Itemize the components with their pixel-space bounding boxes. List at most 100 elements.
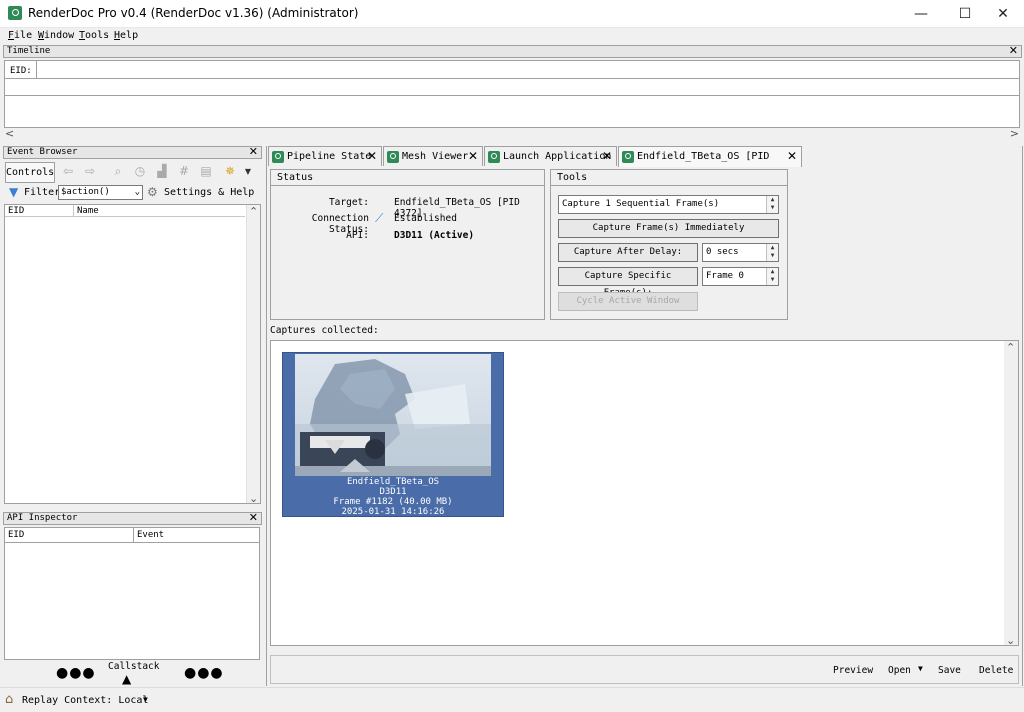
- column-eid[interactable]: EID: [8, 205, 24, 217]
- menu-tools[interactable]: Tools: [79, 30, 109, 41]
- delete-button[interactable]: Delete: [979, 665, 1013, 676]
- timeline-body[interactable]: EID:: [4, 60, 1020, 128]
- scroll-down-icon[interactable]: ⌄: [249, 492, 258, 505]
- callstack-label[interactable]: Callstack: [108, 661, 159, 672]
- back-arrow-icon[interactable]: ⇦: [59, 163, 77, 179]
- spinner-arrows-icon[interactable]: ▲ ▼: [766, 244, 778, 261]
- settings-help-button[interactable]: Settings & Help: [164, 187, 254, 198]
- spinner-arrows-icon[interactable]: ▲ ▼: [766, 268, 778, 285]
- api-value: D3D11 (Active): [394, 230, 475, 241]
- frame-spinner[interactable]: Frame 0 ▲ ▼: [702, 267, 779, 286]
- api-inspector-close-icon[interactable]: ✕: [249, 512, 258, 523]
- api-inspector-title: API Inspector: [7, 513, 78, 523]
- tab-mesh-viewer[interactable]: Mesh Viewer ✕: [383, 146, 483, 166]
- capture-after-delay-button[interactable]: Capture After Delay:: [558, 243, 698, 262]
- capture-thumbnail-item[interactable]: Endfield_TBeta_OS D3D11 Frame #1182 (40.…: [282, 352, 504, 517]
- divider: [5, 95, 1019, 96]
- title-bar: RenderDoc Pro v0.4 (RenderDoc v1.36) (Ad…: [0, 0, 1024, 28]
- expand-up-icon[interactable]: ▲: [122, 672, 131, 686]
- bookmark-icon[interactable]: ▟: [153, 163, 171, 179]
- api-inspector-header-row: EID Event: [5, 528, 259, 543]
- capture-caption: Endfield_TBeta_OS D3D11 Frame #1182 (40.…: [283, 477, 503, 517]
- divider: [133, 528, 134, 543]
- divider: [271, 185, 544, 186]
- timeline-title: Timeline: [7, 46, 51, 56]
- save-button[interactable]: Save: [938, 665, 961, 676]
- delay-spinner[interactable]: 0 secs ▲ ▼: [702, 243, 779, 262]
- captures-list[interactable]: Endfield_TBeta_OS D3D11 Frame #1182 (40.…: [270, 340, 1019, 647]
- spinner-arrows-icon[interactable]: ▲ ▼: [766, 196, 778, 213]
- column-name[interactable]: Name: [77, 205, 99, 217]
- column-event[interactable]: Event: [137, 528, 164, 543]
- close-icon[interactable]: ✕: [787, 147, 797, 166]
- minimize-button[interactable]: —: [898, 0, 944, 28]
- open-dropdown-icon[interactable]: ▼: [918, 664, 923, 673]
- cycle-active-window-button[interactable]: Cycle Active Window: [558, 292, 698, 311]
- spinner-value: 0 secs: [706, 247, 739, 257]
- captures-label: Captures collected:: [270, 325, 379, 336]
- menu-help[interactable]: Help: [114, 30, 138, 41]
- connection-tab-icon: [622, 151, 634, 163]
- splitter-handle-right[interactable]: ●●●: [184, 665, 224, 681]
- menu-file[interactable]: File: [8, 30, 32, 41]
- menu-window[interactable]: Window: [38, 30, 74, 41]
- renderdoc-app-icon: [8, 6, 22, 20]
- tab-endfield-connection[interactable]: Endfield_TBeta_OS [PID 4372] ✕: [618, 146, 802, 181]
- timeline-scrollbar[interactable]: < >: [4, 127, 1020, 140]
- gear-icon[interactable]: ⚙: [147, 185, 158, 199]
- scroll-down-icon[interactable]: ⌄: [1006, 634, 1015, 647]
- open-button[interactable]: Open: [888, 665, 911, 676]
- filter-value: $action(): [61, 187, 110, 197]
- event-browser-close-icon[interactable]: ✕: [249, 146, 258, 157]
- spinner-value: Frame 0: [706, 271, 744, 281]
- close-icon[interactable]: ✕: [468, 147, 478, 166]
- jump-icon[interactable]: #: [175, 163, 193, 179]
- export-icon[interactable]: ▤: [197, 163, 215, 179]
- capture-specific-frames-button[interactable]: Capture Specific Frame(s):: [558, 267, 698, 298]
- colorize-icon[interactable]: ✵: [221, 163, 239, 179]
- event-list-scrollbar[interactable]: ⌃ ⌄: [246, 205, 260, 505]
- scroll-right-icon[interactable]: >: [1010, 127, 1019, 140]
- capture-frame-info: Frame #1182 (40.00 MB): [333, 497, 453, 507]
- timer-icon[interactable]: ◷: [131, 163, 149, 179]
- divider: [73, 205, 74, 217]
- filter-input[interactable]: $action() ⌄: [58, 185, 143, 200]
- scroll-up-icon[interactable]: ⌃: [1006, 341, 1015, 354]
- replay-context-label[interactable]: Replay Context: Local: [22, 695, 148, 706]
- preview-button[interactable]: Preview: [833, 665, 873, 676]
- tab-label: Launch Application: [503, 151, 612, 162]
- sequential-frame-count-spinner[interactable]: Capture 1 Sequential Frame(s) ▲ ▼: [558, 195, 779, 214]
- home-icon: ⌂: [5, 692, 14, 707]
- more-dropdown-icon[interactable]: ▼: [239, 163, 257, 179]
- capture-immediately-button[interactable]: Capture Frame(s) Immediately: [558, 219, 779, 238]
- mesh-tab-icon: [387, 151, 399, 163]
- column-eid[interactable]: EID: [8, 528, 24, 543]
- close-icon[interactable]: ✕: [367, 147, 377, 166]
- close-window-button[interactable]: ✕: [980, 0, 1024, 28]
- forward-arrow-icon[interactable]: ⇨: [81, 163, 99, 179]
- captures-scrollbar[interactable]: ⌃ ⌄: [1004, 341, 1018, 647]
- find-icon[interactable]: ⌕: [109, 163, 127, 179]
- capture-timestamp: 2025-01-31 14:16:26: [341, 507, 445, 517]
- scroll-left-icon[interactable]: <: [5, 127, 14, 140]
- tab-pipeline-state[interactable]: Pipeline State ✕: [268, 146, 382, 166]
- window-title: RenderDoc Pro v0.4 (RenderDoc v1.36) (Ad…: [28, 6, 359, 20]
- divider: [36, 61, 37, 79]
- splitter-handle-left[interactable]: ●●●: [56, 665, 96, 681]
- capture-name: Endfield_TBeta_OS: [346, 477, 440, 487]
- api-inspector-list[interactable]: EID Event: [4, 527, 260, 660]
- chevron-down-icon[interactable]: ⌄: [135, 186, 140, 199]
- capture-api: D3D11: [379, 487, 407, 497]
- event-browser-header: Event Browser ✕: [3, 146, 262, 159]
- event-list[interactable]: EID Name ⌃ ⌄: [4, 204, 261, 505]
- scroll-up-icon[interactable]: ⌃: [249, 205, 258, 218]
- status-bar: ⌂ Replay Context: Local ▼: [0, 687, 1024, 712]
- timeline-close-icon[interactable]: ✕: [1009, 45, 1018, 56]
- close-icon[interactable]: ✕: [602, 147, 612, 166]
- connection-icon: ⟋: [375, 211, 384, 225]
- divider: [551, 185, 787, 186]
- tab-launch-application[interactable]: Launch Application ✕: [484, 146, 617, 166]
- controls-tab[interactable]: Controls: [5, 162, 55, 183]
- tools-group: Tools Capture 1 Sequential Frame(s) ▲ ▼ C…: [550, 169, 788, 320]
- replay-context-dropdown-icon[interactable]: ▼: [143, 695, 148, 704]
